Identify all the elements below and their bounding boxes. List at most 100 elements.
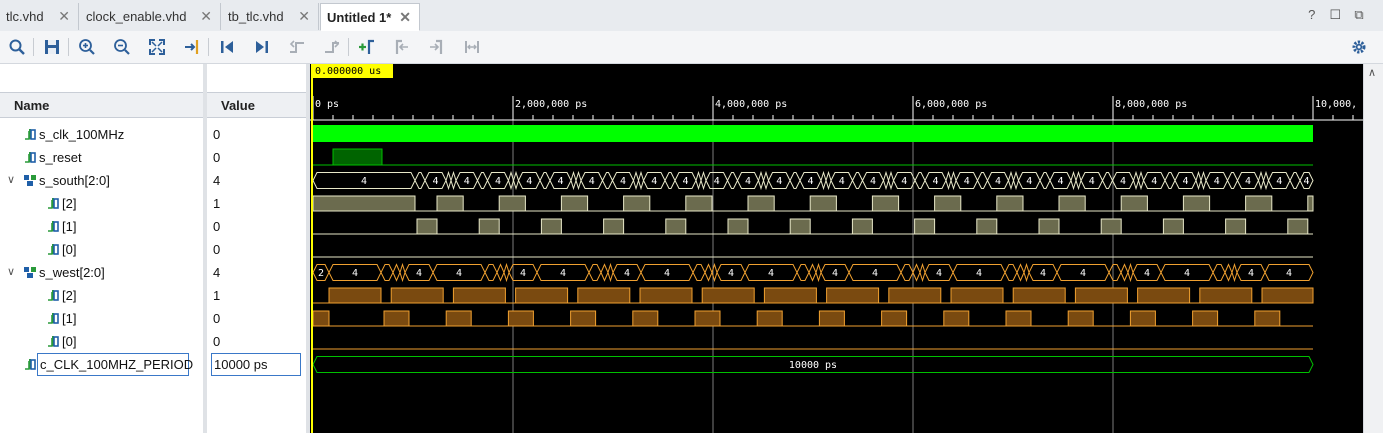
west-bus-segment [1004,264,1018,281]
signal-row-name[interactable]: [0] [0,238,203,261]
signal-row-name[interactable]: [1] [0,215,203,238]
south-bit1-high-pulse [1100,218,1122,235]
restore-icon[interactable]: ☐ [1325,7,1345,23]
signal-name-panel: Name s_clk_100MHz s_reset ∨ s_south[2:0] [2]… [0,64,203,433]
south-bus-value-label: 4 [1057,176,1063,187]
south-bus-segment [825,170,832,191]
swap-cursors-icon[interactable] [463,38,481,56]
south-bus-segment [887,170,895,191]
south-bit2-high-pulse [623,195,651,212]
south-bus-segment [637,170,645,191]
west-bit2-high-pulse [950,287,1004,304]
signal-value: 0 [213,334,221,349]
tab-untitled-1[interactable]: Untitled 1* ✕ [320,3,420,31]
west-bus-segment [919,262,926,283]
ruler-time-label: 8,000,000 ps [1115,99,1187,110]
south-bus-segment [914,172,926,189]
close-icon[interactable]: ✕ [200,3,212,30]
signal-row-name[interactable]: ∨ s_west[2:0] [0,261,203,284]
south-bus-value-label: 4 [589,176,595,187]
bit-signal-icon [46,334,60,348]
zoom-out-icon[interactable] [113,38,131,56]
add-marker-icon[interactable] [358,38,376,56]
signal-row-name[interactable]: [2] [0,284,203,307]
signal-value: 1 [213,196,221,211]
value-column-header[interactable]: Value [207,92,306,118]
maximize-icon[interactable]: ⧉ [1349,7,1369,23]
west-bit1-high-pulse [1129,310,1156,327]
west-bus-segment [815,262,822,283]
scroll-up-icon[interactable]: ∧ [1368,66,1376,79]
west-bus-value-label: 4 [664,268,670,279]
west-bit2-high-pulse [1074,287,1128,304]
west-bit2-high-pulse [701,287,755,304]
waveform-canvas[interactable]: 0 ps 2,000,000 ps 4,000,000 ps 6,000,000 ps… [310,64,1363,433]
expand-caret-icon[interactable]: ∨ [7,261,15,284]
west-bus-value-label: 4 [976,268,982,279]
signal-row-name[interactable]: s_reset [0,146,203,169]
previous-marker-icon[interactable] [393,38,411,56]
south-bit1-high-pulse [727,218,749,235]
south-bus-segment [1257,170,1265,191]
west-bus-segment [900,264,914,281]
south-bus-segment [414,172,426,189]
west-bus-value-label: 4 [832,268,838,279]
west-bus-segment [1231,262,1238,283]
zoom-in-icon[interactable] [78,38,96,56]
south-bus-value-label: 4 [432,176,438,187]
next-transition-icon[interactable] [323,38,341,56]
signal-value: 1 [213,288,221,303]
south-bus-segment [950,170,957,191]
vertical-scrollbar[interactable]: ∧ [1363,64,1383,433]
tab-tlc-vhd[interactable]: tlc.vhd ✕ [0,3,79,30]
close-icon[interactable]: ✕ [399,4,411,31]
go-to-last-time-icon[interactable] [253,38,271,56]
go-to-time-zero-icon[interactable] [218,38,236,56]
next-marker-icon[interactable] [428,38,446,56]
west-bus-value-label: 4 [936,268,942,279]
expand-caret-icon[interactable]: ∨ [7,169,15,192]
close-icon[interactable]: ✕ [298,3,310,30]
south-bit2-high-pulse [1307,195,1314,212]
signal-row-name[interactable]: [1] [0,307,203,330]
signal-row-name[interactable]: c_CLK_100MHZ_PERIOD [0,353,203,376]
west-bit2-high-pulse [390,287,444,304]
tab-label: clock_enable.vhd [86,9,187,24]
zoom-fit-icon[interactable] [148,38,166,56]
name-column-header[interactable]: Name [0,92,203,118]
tab-tb-tlc-vhd[interactable]: tb_tlc.vhd ✕ [222,3,319,30]
west-bit1-high-pulse [943,310,970,327]
signal-row-name[interactable]: ∨ s_south[2:0] [0,169,203,192]
west-bit2-high-pulse [1199,287,1253,304]
south-bus-segment [1070,170,1077,191]
west-bus-segment [588,264,602,281]
west-bit1-high-pulse [1005,310,1032,327]
south-bus-segment [1195,170,1202,191]
previous-transition-icon[interactable] [288,38,306,56]
clock-waveform [313,125,1313,142]
signal-value: 0 [213,242,221,257]
settings-gear-icon[interactable] [1350,38,1368,56]
west-bus-value-label: 4 [768,268,774,279]
help-icon[interactable]: ? [1302,7,1322,22]
signal-row-name[interactable]: [2] [0,192,203,215]
save-icon[interactable] [43,38,61,56]
south-bus-segment [976,172,989,189]
west-bit2-high-pulse [639,287,693,304]
south-bus-segment [820,170,827,191]
west-bus-value-label: 4 [1144,268,1150,279]
west-bit2-high-pulse [888,287,942,304]
signal-row-name[interactable]: [0] [0,330,203,353]
signal-row-name[interactable]: s_clk_100MHz [0,123,203,146]
go-to-cursor-icon[interactable] [183,38,201,56]
tab-clock-enable-vhd[interactable]: clock_enable.vhd ✕ [80,3,221,30]
south-bus-value-label: 4 [745,176,751,187]
south-bus-segment [1075,170,1082,191]
west-bit1-high-pulse [756,310,783,327]
close-icon[interactable]: ✕ [58,3,70,30]
south-bus-value-label: 4 [526,176,532,187]
west-bit2-high-pulse [826,287,880,304]
search-icon[interactable] [8,38,26,56]
south-bus-value-label: 4 [964,176,970,187]
ruler-time-label: 0 ps [315,99,339,110]
